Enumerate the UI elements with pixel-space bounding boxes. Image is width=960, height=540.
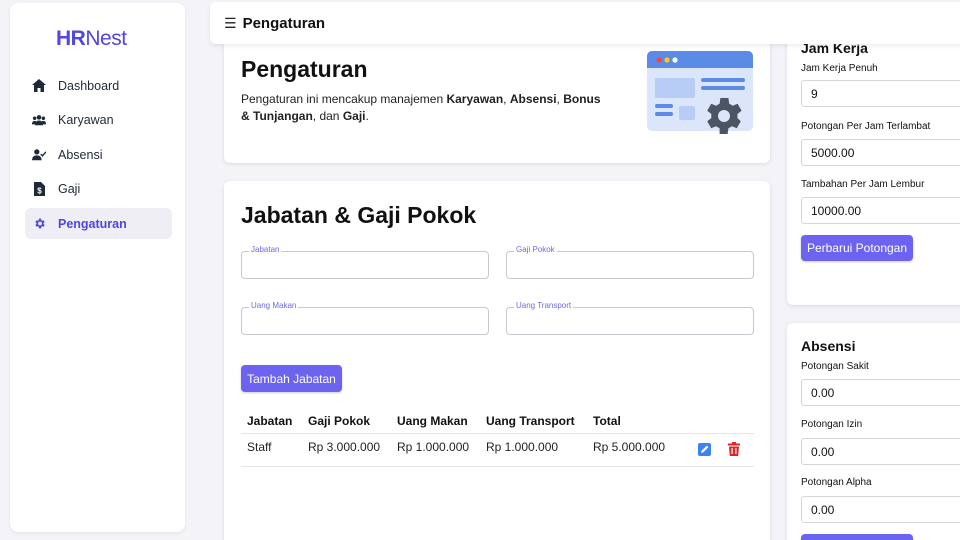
page-title: Pengaturan <box>242 14 326 32</box>
gaji-pokok-field-label: Gaji Pokok <box>514 245 557 254</box>
cell-total: Rp 5.000.000 <box>587 432 682 467</box>
jam-kerja-card: Jam Kerja Jam Kerja Penuh 9 Potongan Per… <box>787 30 960 305</box>
cell-gaji-pokok: Rp 3.000.000 <box>302 432 391 467</box>
logo[interactable]: HRNest <box>56 27 127 51</box>
column-header: Uang Transport <box>486 413 575 428</box>
intro-title: Pengaturan <box>241 56 368 82</box>
sidebar-nav: Dashboard Karyawan Absensi $ Gaji Pengat… <box>25 70 172 243</box>
jabatan-card: Jabatan & Gaji Pokok Jabatan Gaji Pokok … <box>224 181 770 540</box>
potongan-sakit-label: Potongan Sakit <box>801 361 869 372</box>
lembur-input[interactable]: 10000.00 <box>801 197 960 224</box>
uang-transport-field-label: Uang Transport <box>514 301 574 310</box>
tambah-jabatan-button[interactable]: Tambah Jabatan <box>241 365 342 392</box>
sidebar-item-pengaturan[interactable]: Pengaturan <box>25 208 172 239</box>
jabatan-table: Jabatan Gaji Pokok Uang Makan Uang Trans… <box>241 409 754 467</box>
gear-icon <box>32 217 46 231</box>
edit-icon[interactable] <box>698 442 711 459</box>
top-header: ☰ Pengaturan <box>210 2 960 44</box>
file-dollar-icon: $ <box>32 182 46 196</box>
absensi-submit-button[interactable] <box>801 534 913 540</box>
gaji-pokok-input[interactable] <box>507 252 753 278</box>
lembur-label: Tambahan Per Jam Lembur <box>801 179 925 190</box>
column-header: Total <box>593 413 621 428</box>
column-header: Gaji Pokok <box>308 413 371 428</box>
potongan-izin-input[interactable]: 0.00 <box>801 438 960 465</box>
jabatan-field-label: Jabatan <box>249 245 282 254</box>
table-header-row: Jabatan Gaji Pokok Uang Makan Uang Trans… <box>241 409 754 433</box>
cell-uang-transport: Rp 1.000.000 <box>480 432 587 467</box>
sidebar-item-label: Absensi <box>58 147 103 162</box>
sidebar-item-gaji[interactable]: $ Gaji <box>25 174 172 205</box>
potongan-izin-label: Potongan Izin <box>801 419 863 430</box>
potongan-alpha-label: Potongan Alpha <box>801 477 872 488</box>
home-icon <box>32 79 46 93</box>
sidebar-item-label: Dashboard <box>58 78 120 93</box>
sidebar-item-label: Karyawan <box>58 113 114 127</box>
jabatan-field[interactable]: Jabatan <box>241 245 489 279</box>
jam-penuh-input[interactable]: 9 <box>801 80 960 107</box>
absensi-card: Absensi Potongan Sakit 0.00 Potongan Izi… <box>787 323 960 540</box>
intro-description: Pengaturan ini mencakup manajemen Karyaw… <box>241 92 601 123</box>
potongan-terlambat-label: Potongan Per Jam Terlambat <box>801 121 931 132</box>
menu-icon[interactable]: ☰ <box>224 15 237 32</box>
potongan-sakit-input[interactable]: 0.00 <box>801 379 960 406</box>
sidebar-item-absensi[interactable]: Absensi <box>25 139 172 170</box>
sidebar-item-label: Pengaturan <box>58 216 127 231</box>
uang-makan-field[interactable]: Uang Makan <box>241 301 489 335</box>
potongan-terlambat-input[interactable]: 5000.00 <box>801 139 960 166</box>
cell-uang-makan: Rp 1.000.000 <box>391 432 480 467</box>
actions-header <box>682 409 754 433</box>
uang-transport-input[interactable] <box>507 308 753 334</box>
column-header: Uang Makan <box>397 413 468 428</box>
user-check-icon <box>32 148 46 162</box>
uang-transport-field[interactable]: Uang Transport <box>506 301 754 335</box>
potongan-alpha-input[interactable]: 0.00 <box>801 496 960 523</box>
sidebar-item-dashboard[interactable]: Dashboard <box>25 70 172 101</box>
sidebar-item-label: Gaji <box>58 182 81 196</box>
users-icon <box>32 113 46 127</box>
intro-card: Pengaturan Pengaturan ini mencakup manaj… <box>224 30 770 163</box>
sidebar-item-karyawan[interactable]: Karyawan <box>25 105 172 136</box>
jabatan-input[interactable] <box>242 252 488 278</box>
cell-actions <box>682 432 754 467</box>
absensi-title: Absensi <box>801 338 856 354</box>
sidebar: HRNest Dashboard Karyawan Absensi $ Gaji <box>10 3 185 532</box>
perbarui-potongan-button[interactable]: Perbarui Potongan <box>801 235 913 261</box>
delete-icon[interactable] <box>728 441 741 459</box>
settings-illustration <box>647 51 755 146</box>
cell-jabatan: Staff <box>241 432 302 467</box>
table-row: Staff Rp 3.000.000 Rp 1.000.000 Rp 1.000… <box>241 432 754 467</box>
svg-text:$: $ <box>37 187 42 196</box>
uang-makan-input[interactable] <box>242 308 488 334</box>
column-header: Jabatan <box>247 413 293 428</box>
jabatan-title: Jabatan & Gaji Pokok <box>241 202 477 228</box>
gaji-pokok-field[interactable]: Gaji Pokok <box>506 245 754 279</box>
jam-penuh-label: Jam Kerja Penuh <box>801 63 878 74</box>
uang-makan-field-label: Uang Makan <box>249 301 299 310</box>
